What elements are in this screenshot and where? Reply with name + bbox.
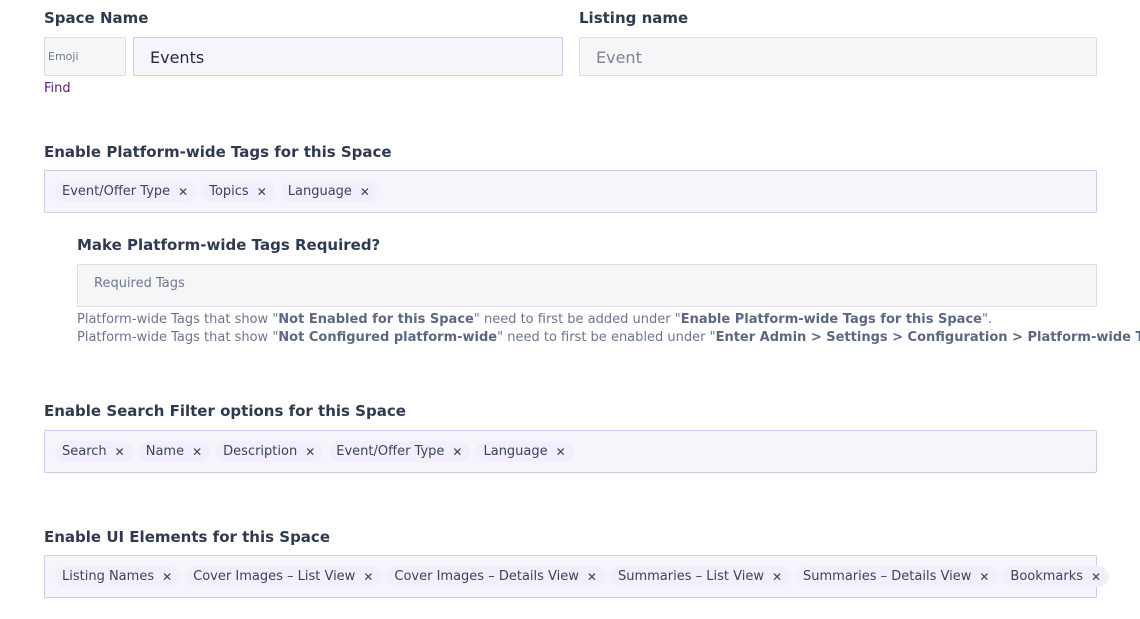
close-icon[interactable]: ✕ [772, 570, 782, 584]
help-text: Platform-wide Tags that show " [77, 330, 279, 345]
tag-chip: Bookmarks ✕ [1003, 566, 1110, 587]
tag-chip: Name ✕ [138, 441, 211, 462]
help-emphasis: Enable Platform-wide Tags for this Space [680, 312, 982, 327]
tag-chip: Event/Offer Type ✕ [55, 181, 197, 202]
close-icon[interactable]: ✕ [360, 185, 370, 199]
close-icon[interactable]: ✕ [305, 445, 315, 459]
find-emoji-link[interactable]: Find [44, 81, 71, 96]
help-emphasis: Not Configured platform-wide [278, 330, 498, 345]
required-tags-help-2: Platform-wide Tags that show "Not Config… [77, 330, 1140, 345]
tag-chip: Cover Images – List View ✕ [186, 566, 382, 587]
tag-chip: Search ✕ [55, 441, 133, 462]
tag-chip: Description ✕ [216, 441, 324, 462]
tag-chip: Cover Images – Details View ✕ [387, 566, 605, 587]
required-tags-label: Make Platform-wide Tags Required? [77, 236, 381, 254]
tag-chip-label: Summaries – Details View [803, 569, 972, 584]
help-text: " need to first be enabled under " [497, 330, 716, 345]
close-icon[interactable]: ✕ [587, 570, 597, 584]
required-tags-help-1: Platform-wide Tags that show "Not Enable… [77, 312, 992, 327]
tag-chip-label: Language [287, 184, 352, 199]
close-icon[interactable]: ✕ [979, 570, 989, 584]
help-emphasis: Not Enabled for this Space [278, 312, 474, 327]
tag-chip-label: Name [145, 444, 185, 459]
space-name-value: Events [150, 48, 205, 67]
tag-chip-label: Cover Images – Details View [394, 569, 579, 584]
tag-chip: Summaries – Details View ✕ [796, 566, 998, 587]
tag-chip-label: Summaries – List View [617, 569, 764, 584]
tag-chip-label: Search [62, 444, 107, 459]
tag-chip-label: Listing Names [62, 569, 155, 584]
tag-chip: Topics ✕ [202, 181, 275, 202]
required-tags-placeholder: Required Tags [94, 276, 185, 291]
required-tags-select[interactable]: Required Tags [77, 264, 1097, 307]
platform-tags-select[interactable]: Event/Offer Type ✕ Topics ✕ Language ✕ [44, 170, 1097, 213]
tag-chip-label: Event/Offer Type [336, 444, 445, 459]
close-icon[interactable]: ✕ [115, 445, 125, 459]
emoji-placeholder: Emoji [48, 50, 79, 63]
tag-chip: Language ✕ [280, 181, 378, 202]
close-icon[interactable]: ✕ [363, 570, 373, 584]
tag-chip: Summaries – List View ✕ [610, 566, 791, 587]
close-icon[interactable]: ✕ [192, 445, 202, 459]
help-emphasis: Enter Admin > Settings > Configuration >… [715, 330, 1140, 345]
ui-elements-chips: Listing Names ✕ Cover Images – List View ✕ C… [45, 556, 1110, 597]
close-icon[interactable]: ✕ [257, 185, 267, 199]
tag-chip: Listing Names ✕ [55, 566, 181, 587]
space-name-label: Space Name [44, 9, 149, 27]
space-name-input[interactable]: Events [133, 37, 563, 76]
tag-chip-label: Topics [209, 184, 249, 199]
ui-elements-label: Enable UI Elements for this Space [44, 528, 330, 546]
help-text: " need to first be added under " [473, 312, 681, 327]
search-filters-label: Enable Search Filter options for this Sp… [44, 402, 406, 420]
listing-name-value: Event [596, 48, 642, 67]
help-text: Platform-wide Tags that show " [77, 312, 279, 327]
listing-name-input[interactable]: Event [579, 37, 1097, 76]
emoji-picker[interactable]: Emoji [44, 37, 126, 76]
search-filters-select[interactable]: Search ✕ Name ✕ Description ✕ Event/Offer Type… [44, 430, 1097, 473]
platform-tags-label: Enable Platform-wide Tags for this Space [44, 143, 392, 161]
listing-name-label: Listing name [579, 9, 689, 27]
close-icon[interactable]: ✕ [162, 570, 172, 584]
close-icon[interactable]: ✕ [178, 185, 188, 199]
tag-chip-label: Language [483, 444, 548, 459]
tag-chip-label: Bookmarks [1010, 569, 1084, 584]
platform-tags-chips: Event/Offer Type ✕ Topics ✕ Language ✕ [45, 171, 1096, 212]
tag-chip: Language ✕ [476, 441, 574, 462]
search-filters-chips: Search ✕ Name ✕ Description ✕ Event/Offer Type… [45, 431, 1096, 472]
tag-chip-label: Event/Offer Type [62, 184, 171, 199]
tag-chip-label: Description [223, 444, 298, 459]
tag-chip-label: Cover Images – List View [193, 569, 356, 584]
close-icon[interactable]: ✕ [556, 445, 566, 459]
ui-elements-select[interactable]: Listing Names ✕ Cover Images – List View ✕ C… [44, 555, 1110, 598]
tag-chip: Event/Offer Type ✕ [329, 441, 471, 462]
help-text: ". [981, 312, 993, 327]
close-icon[interactable]: ✕ [1091, 570, 1101, 584]
close-icon[interactable]: ✕ [452, 445, 462, 459]
